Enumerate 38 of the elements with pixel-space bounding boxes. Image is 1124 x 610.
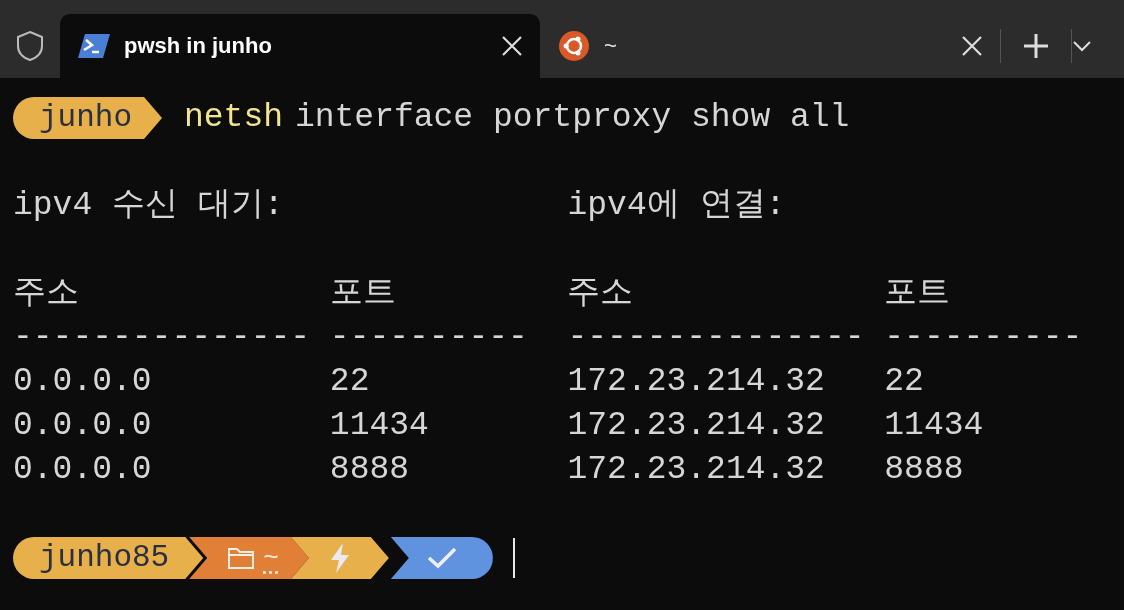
section-label: ipv4에 연결:: [567, 186, 787, 226]
prompt-user: junho85: [13, 537, 204, 579]
output-cell-text: 172.23.214.32: [567, 362, 826, 402]
output-cell-text: 8888: [329, 450, 411, 490]
output-cell-text: 0.0.0.0: [13, 406, 153, 446]
output-cell-text: 11434: [329, 406, 430, 446]
output-cell-text: 0.0.0.0: [13, 362, 153, 402]
separator-line: ---------------: [567, 318, 866, 358]
tab[interactable]: pwsh in junho: [60, 14, 540, 78]
output-cell-text: 172.23.214.32: [567, 450, 826, 490]
output-cell-text: 11434: [884, 406, 985, 446]
output-cell-text: 8888: [884, 450, 965, 490]
column-header: 포트: [884, 274, 952, 314]
check-icon: [426, 547, 457, 569]
lightning-icon: [328, 543, 351, 573]
folder-icon: [227, 546, 256, 570]
output-cell-text: 22: [884, 362, 925, 402]
command-args: interface portproxy show all: [294, 98, 850, 138]
text-cursor: [512, 538, 515, 578]
command: netsh: [184, 98, 284, 138]
section-label: ipv4 수신 대기:: [13, 186, 285, 226]
output-cell-text: 0.0.0.0: [13, 450, 153, 490]
tab[interactable]: ~: [540, 14, 1000, 78]
separator-line: ----------: [884, 318, 1084, 358]
separator-line: ----------: [329, 318, 529, 358]
close-icon[interactable]: [500, 34, 524, 58]
path-text: ~: [263, 542, 279, 575]
prompt-user: junho: [13, 97, 162, 139]
terminal-icon: [78, 33, 110, 59]
separator-line: ---------------: [13, 318, 312, 358]
output-cell-text: 172.23.214.32: [567, 406, 826, 446]
ubuntu-icon: [558, 30, 590, 62]
column-header: 주소: [13, 274, 80, 314]
column-header: 주소: [567, 274, 635, 314]
close-icon[interactable]: [960, 34, 984, 58]
shield-icon[interactable]: [15, 30, 45, 62]
column-header: 포트: [329, 274, 397, 314]
output-cell-text: 22: [329, 362, 371, 402]
